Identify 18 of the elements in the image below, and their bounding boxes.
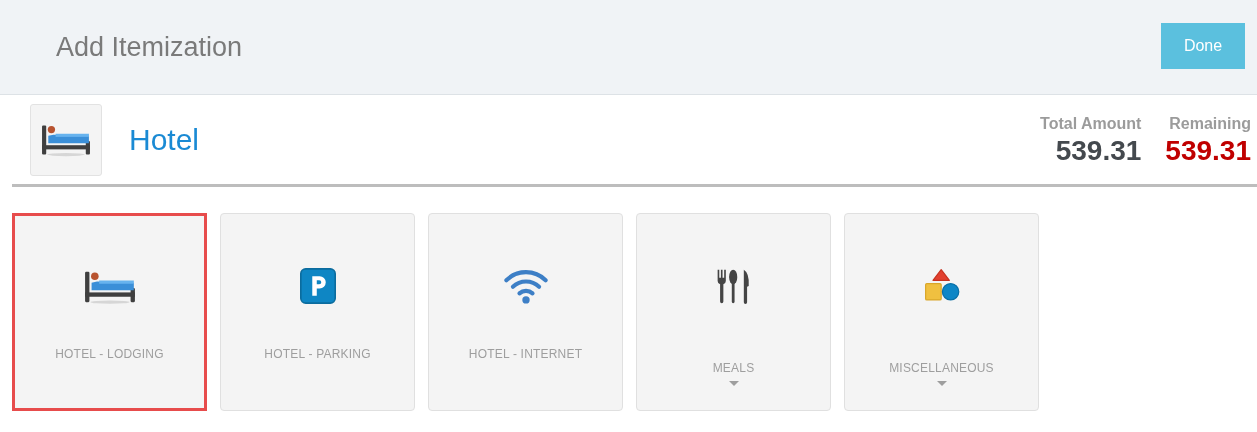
tile-label: HOTEL - PARKING	[264, 346, 371, 363]
category-tile[interactable]: HOTEL - PARKING	[220, 213, 415, 411]
tile-label: MISCELLANEOUS	[889, 360, 994, 377]
category-tile[interactable]: MISCELLANEOUS	[844, 213, 1039, 411]
done-button[interactable]: Done	[1161, 23, 1245, 69]
category-tile[interactable]: MEALS	[636, 213, 831, 411]
tile-label: HOTEL - LODGING	[55, 346, 164, 363]
tile-label: MEALS	[712, 360, 755, 377]
category-tile[interactable]: HOTEL - INTERNET	[428, 213, 623, 411]
expense-type-name: Hotel	[129, 122, 200, 158]
page-title: Add Itemization	[56, 30, 243, 64]
bed-icon	[41, 122, 91, 157]
total-amount-label: Total Amount	[1040, 114, 1142, 135]
tile-label: HOTEL - INTERNET	[468, 346, 583, 363]
category-tile[interactable]: HOTEL - LODGING	[12, 213, 207, 411]
total-amount-value: 539.31	[1054, 136, 1142, 167]
remaining-value: 539.31	[1165, 136, 1251, 167]
remaining-label: Remaining	[1168, 114, 1251, 135]
